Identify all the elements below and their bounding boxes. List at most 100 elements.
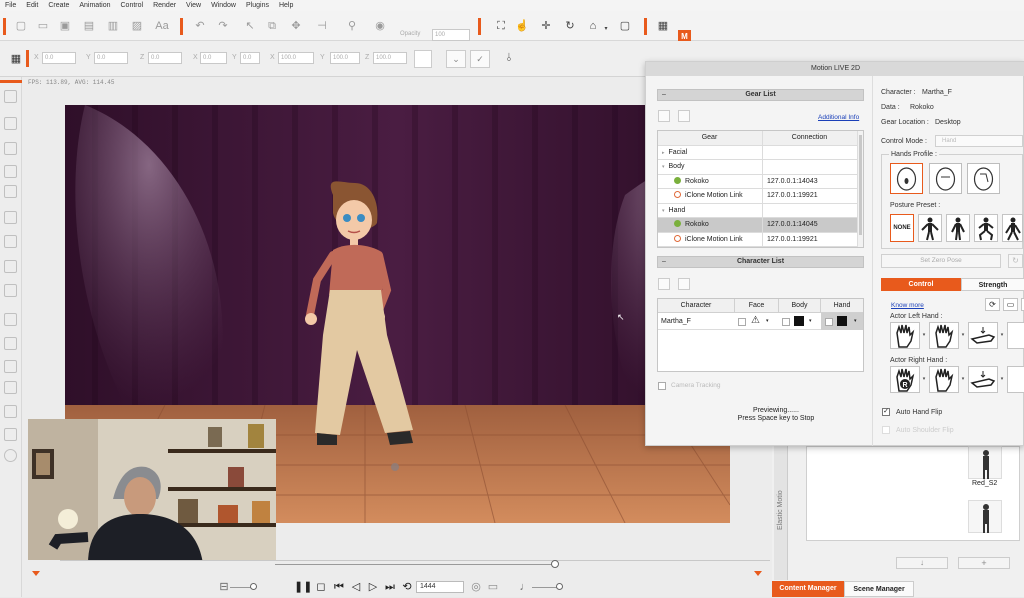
chevron-down-icon[interactable]: ▾ <box>599 22 613 36</box>
pos-x-field[interactable]: 0.0 <box>42 52 76 64</box>
visibility-icon[interactable]: ◉ <box>373 19 387 33</box>
reset-icon[interactable]: ↻ <box>1008 254 1023 268</box>
rot-y-field[interactable]: 0.0 <box>240 52 260 64</box>
posture-stand-icon[interactable] <box>946 214 970 242</box>
posture-sit-icon[interactable] <box>1002 214 1023 242</box>
previous-frame-icon[interactable]: ◁ <box>349 580 363 594</box>
add-character-button[interactable] <box>658 278 670 290</box>
gear-table-scrollbar[interactable] <box>857 131 863 247</box>
import-icon[interactable]: ▤ <box>82 19 96 33</box>
go-to-end-icon[interactable]: ⏭ <box>383 580 397 594</box>
chevron-down-icon[interactable]: ▾ <box>960 366 966 393</box>
redo-icon[interactable]: ↷ <box>216 19 230 33</box>
light-tool-icon[interactable] <box>4 313 17 326</box>
select-icon[interactable]: ↖ <box>243 19 257 33</box>
menu-control[interactable]: Control <box>116 2 149 9</box>
menu-plugins[interactable]: Plugins <box>241 2 274 9</box>
record-tool-icon[interactable] <box>4 449 17 462</box>
range-start-marker[interactable] <box>32 571 40 576</box>
collapse-icon[interactable]: ▾ <box>662 164 665 170</box>
hand-cell-selected[interactable]: ▾ <box>821 313 863 330</box>
gear-row-body[interactable]: ▾ Body <box>658 160 857 175</box>
remove-character-button[interactable] <box>678 278 690 290</box>
posture-a-pose-icon[interactable] <box>918 214 942 242</box>
layer-tool-icon[interactable] <box>4 211 17 224</box>
left-hand-relaxed-icon[interactable] <box>929 322 959 349</box>
refresh-icon[interactable]: ⟳ <box>985 298 1000 311</box>
scrub-track[interactable] <box>275 564 555 565</box>
camera-tracking-checkbox[interactable] <box>658 382 666 390</box>
grid-icon[interactable]: ▦ <box>9 52 23 66</box>
menu-view[interactable]: View <box>181 2 206 9</box>
align-icon[interactable]: ⊣ <box>315 19 329 33</box>
gear-row-iclone-hand[interactable]: iClone Motion Link 127.0.0.1:19921 <box>658 232 857 247</box>
add-gear-button[interactable] <box>658 110 670 122</box>
volume-icon[interactable]: ♩ <box>518 580 532 594</box>
range-end-marker[interactable] <box>754 571 762 576</box>
bone-tool-icon[interactable] <box>4 117 17 130</box>
scale-x-field[interactable]: 100.0 <box>278 52 314 64</box>
timeline-tool-icon[interactable] <box>4 185 17 198</box>
zoom-slider-handle[interactable] <box>250 583 257 590</box>
know-more-link[interactable]: Know more <box>891 302 924 309</box>
puppet-tool-icon[interactable] <box>4 142 17 155</box>
gear-row-facial[interactable]: ▸ Facial <box>658 145 857 160</box>
record-icon[interactable]: ◎ <box>469 580 483 594</box>
pick-icon[interactable]: ☝ <box>515 19 529 33</box>
add-content-button[interactable]: + <box>958 557 1010 569</box>
fx-tool-icon[interactable] <box>4 337 17 350</box>
volume-slider-handle[interactable] <box>556 583 563 590</box>
text-icon[interactable]: Aa <box>155 19 169 33</box>
current-frame-field[interactable]: 1444 <box>416 581 464 593</box>
side-tab[interactable]: Elastic Motio <box>774 440 788 580</box>
hand-dropdown-arrow[interactable]: ▾ <box>854 318 857 324</box>
transform-options-button[interactable] <box>414 50 432 68</box>
right-hand-flat-icon[interactable] <box>968 366 998 393</box>
chevron-down-icon[interactable]: ▾ <box>999 322 1005 349</box>
open-project-icon[interactable]: ▭ <box>36 19 50 33</box>
screen-icon[interactable]: ▭ <box>486 580 500 594</box>
menu-edit[interactable]: Edit <box>21 2 43 9</box>
body-checkbox[interactable] <box>782 318 790 326</box>
content-thumb-red-s2[interactable] <box>968 446 1002 479</box>
set-zero-pose-button[interactable]: Set Zero Pose <box>881 254 1001 268</box>
grid-tool-icon[interactable] <box>4 405 17 418</box>
menu-help[interactable]: Help <box>274 2 298 9</box>
move-icon[interactable]: ✥ <box>289 19 303 33</box>
hand-checkbox[interactable] <box>825 318 833 326</box>
gear-row-hand[interactable]: ▾ Hand <box>658 203 857 218</box>
menu-render[interactable]: Render <box>148 2 181 9</box>
tab-strength[interactable]: Strength <box>961 278 1024 291</box>
menu-window[interactable]: Window <box>206 2 241 9</box>
next-frame-icon[interactable]: ▷ <box>366 580 380 594</box>
menu-animation[interactable]: Animation <box>74 2 115 9</box>
download-button[interactable]: ↓ <box>896 557 948 569</box>
link-icon[interactable]: ⚲ <box>345 19 359 33</box>
menu-file[interactable]: File <box>0 2 21 9</box>
collapse-icon[interactable]: ▾ <box>662 208 665 214</box>
export-icon[interactable]: ▥ <box>106 19 120 33</box>
text-tool-icon[interactable] <box>4 260 17 273</box>
face-dropdown-arrow[interactable]: ▾ <box>766 318 769 324</box>
scrollbar-thumb[interactable] <box>859 135 862 235</box>
transform-tool-icon[interactable] <box>4 428 17 441</box>
chevron-down-icon[interactable]: ▾ <box>921 366 927 393</box>
scale-z-field[interactable]: 100.0 <box>373 52 407 64</box>
go-to-start-icon[interactable]: ⏮ <box>332 580 346 594</box>
chevron-down-icon[interactable]: ▾ <box>960 322 966 349</box>
character-row-martha[interactable]: Martha_F ⚠ ▾ ▾ ▾ <box>658 313 863 330</box>
pivot-icon[interactable]: ⫰ <box>502 51 516 65</box>
character-tool-icon[interactable] <box>4 90 17 103</box>
gear-row-iclone-body[interactable]: iClone Motion Link 127.0.0.1:19921 <box>658 189 857 204</box>
view-camera-icon[interactable]: ▢ <box>618 19 632 33</box>
gear-row-rokoko-body[interactable]: Rokoko 127.0.0.1:14043 <box>658 174 857 189</box>
content-thumb-2[interactable] <box>968 500 1002 533</box>
left-hand-more-icon[interactable] <box>1007 322 1024 349</box>
flip-down-icon[interactable]: ⌄ <box>446 50 466 68</box>
home-camera-icon[interactable]: ⌂ <box>586 19 600 33</box>
additional-info-link[interactable]: Additional Info <box>818 114 859 121</box>
expand-icon[interactable]: ▸ <box>662 150 665 156</box>
camera-tool-icon[interactable] <box>4 284 17 297</box>
folder-icon[interactable]: ▭ <box>1003 298 1018 311</box>
stop-icon[interactable]: ◻ <box>314 580 328 594</box>
